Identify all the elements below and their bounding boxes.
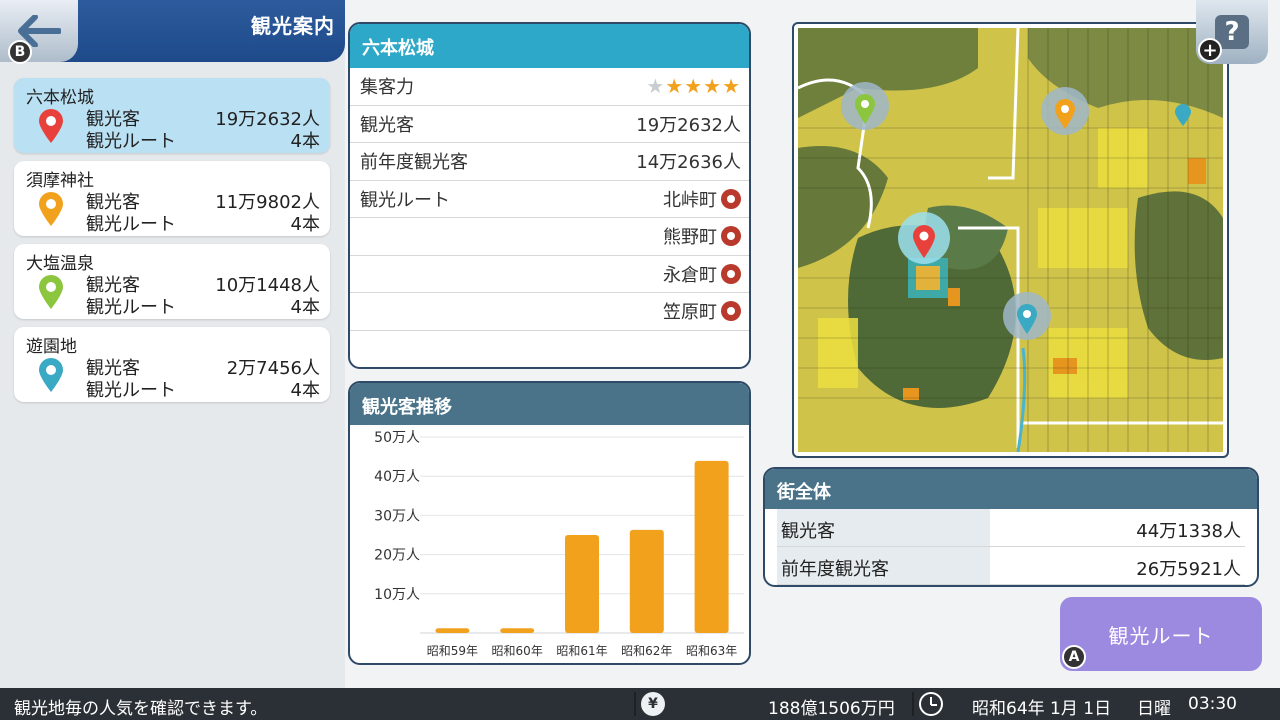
plus-button-badge: + — [1198, 38, 1222, 62]
header-bar: B 観光案内 — [0, 0, 345, 64]
x-tick-label: 昭和59年 — [427, 644, 478, 658]
y-tick-label: 20万人 — [374, 548, 420, 564]
town-prev-visitors-label: 前年度観光客 — [777, 547, 990, 584]
routes-label: 観光ルート — [86, 380, 176, 401]
spot-name: 遊園地 — [26, 337, 77, 357]
route-row: 永倉町 — [350, 256, 749, 293]
town-total-panel: 街全体 観光客 44万1338人 前年度観光客 26万5921人 — [763, 467, 1259, 587]
town-total-title: 街全体 — [765, 469, 1257, 509]
map-marker-red[interactable] — [898, 212, 950, 264]
y-tick-label: 10万人 — [374, 587, 420, 603]
spot-detail-panel: 六本松城 集客力 ★★★★★ 観光客 19万2632人 前年度観光客 14万26… — [348, 22, 751, 369]
routes-value: 4本 — [290, 297, 320, 318]
map-pin-icon — [39, 275, 63, 309]
game-weekday: 日曜 — [1137, 699, 1171, 719]
prev-visitors-row: 前年度観光客 14万2636人 — [350, 143, 749, 181]
bar — [500, 628, 535, 633]
funds-value: 188億1506万円 — [768, 699, 895, 719]
city-map[interactable] — [792, 22, 1229, 458]
map-pin-icon — [39, 192, 63, 226]
routes-label: 観光ルート — [360, 189, 450, 211]
star-rating: ★★★★★ — [646, 74, 741, 98]
status-bar: 観光地毎の人気を確認できます。 ¥ 188億1506万円 昭和64年 1月 1日… — [0, 688, 1280, 720]
map-marker-green[interactable] — [841, 82, 889, 130]
map-view[interactable] — [798, 28, 1223, 452]
attraction-label: 集客力 — [360, 77, 414, 99]
bar — [565, 535, 599, 633]
visitors-row: 観光客 19万2632人 — [350, 106, 749, 143]
spot-list: 六本松城 観光客 19万2632人 観光ルート 4本 須摩神社 観光客 11万9802… — [14, 78, 330, 410]
status-message: 観光地毎の人気を確認できます。 — [14, 699, 268, 719]
y-tick-label: 50万人 — [374, 430, 420, 446]
route-town: 熊野町 — [663, 227, 717, 249]
game-date: 昭和64年 1月 1日 — [972, 699, 1112, 719]
route-town: 永倉町 — [663, 264, 717, 286]
star-empty-icon: ★ — [646, 74, 666, 99]
status-divider — [912, 692, 914, 716]
routes-value: 4本 — [290, 214, 320, 235]
route-town: 北峠町 — [663, 189, 717, 211]
map-pin-icon — [39, 358, 63, 392]
spot-list-panel: B 観光案内 六本松城 観光客 19万2632人 観光ルート 4本 須摩神社 観光客… — [0, 0, 345, 688]
town-visitors-value: 44万1338人 — [1136, 521, 1241, 542]
map-marker-orange[interactable] — [1041, 87, 1089, 135]
spot-name: 大塩温泉 — [26, 254, 94, 274]
spot-card-oshio-onsen[interactable]: 大塩温泉 観光客 10万1448人 観光ルート 4本 — [14, 244, 330, 319]
prev-visitors-value: 14万2636人 — [636, 152, 741, 174]
route-pin-icon — [721, 301, 741, 322]
bar — [694, 460, 729, 633]
routes-label: 観光ルート — [86, 214, 176, 235]
map-pin-icon — [39, 109, 63, 143]
visitor-trend-panel: 観光客推移 10万人 20万人 30万人 40万人 50万人昭和59年 昭和60年 昭和61… — [348, 381, 751, 665]
town-visitors-label: 観光客 — [777, 509, 990, 546]
routes-label: 観光ルート — [86, 131, 176, 152]
town-visitors-row: 観光客 44万1338人 — [777, 509, 1245, 547]
tour-route-button[interactable]: 観光ルート — [1060, 597, 1262, 671]
y-tick-label: 30万人 — [374, 508, 420, 524]
chart-title: 観光客推移 — [350, 383, 749, 425]
routes-value: 4本 — [290, 380, 320, 401]
spot-name: 須摩神社 — [26, 171, 94, 191]
x-tick-label: 昭和60年 — [492, 644, 543, 658]
game-time: 03:30 — [1188, 694, 1237, 714]
yen-icon: ¥ — [641, 692, 665, 716]
route-pin-icon — [721, 226, 741, 247]
map-terrain — [798, 28, 1223, 452]
visitor-trend-chart: 10万人 20万人 30万人 40万人 50万人昭和59年 昭和60年 昭和61年 昭和62年… — [374, 430, 744, 658]
route-pin-icon — [721, 263, 741, 284]
route-row: 観光ルート 北峠町 — [350, 181, 749, 218]
x-tick-label: 昭和63年 — [686, 644, 737, 658]
clock-icon — [919, 692, 943, 716]
route-row: 熊野町 — [350, 218, 749, 256]
spot-name: 六本松城 — [26, 88, 94, 108]
route-row: 笠原町 — [350, 293, 749, 331]
b-button-badge: B — [8, 40, 32, 64]
attraction-row: 集客力 ★★★★★ — [350, 68, 749, 106]
bar — [629, 529, 664, 633]
spot-card-suma-shrine[interactable]: 須摩神社 観光客 11万9802人 観光ルート 4本 — [14, 161, 330, 236]
status-divider — [634, 692, 636, 716]
route-pin-icon — [721, 188, 741, 209]
bar — [435, 628, 470, 633]
x-tick-label: 昭和62年 — [621, 644, 672, 658]
route-town: 笠原町 — [663, 302, 717, 324]
x-tick-label: 昭和61年 — [556, 644, 607, 658]
star-filled-icon: ★★★★ — [665, 74, 741, 99]
spot-card-rokuhonmatsu-castle[interactable]: 六本松城 観光客 19万2632人 観光ルート 4本 — [14, 78, 330, 153]
visitors-value: 19万2632人 — [636, 114, 741, 136]
spot-detail-title: 六本松城 — [350, 24, 749, 68]
spot-card-amusement-park[interactable]: 遊園地 観光客 2万7456人 観光ルート 4本 — [14, 327, 330, 402]
routes-value: 4本 — [290, 131, 320, 152]
a-button-badge: A — [1062, 645, 1086, 669]
prev-visitors-label: 前年度観光客 — [360, 152, 468, 174]
routes-label: 観光ルート — [86, 297, 176, 318]
page-title: 観光案内 — [251, 14, 335, 38]
map-marker-blue[interactable] — [1003, 292, 1051, 340]
y-tick-label: 40万人 — [374, 469, 420, 485]
town-prev-visitors-value: 26万5921人 — [1136, 559, 1241, 580]
town-prev-visitors-row: 前年度観光客 26万5921人 — [777, 547, 1245, 585]
visitors-label: 観光客 — [360, 114, 414, 136]
